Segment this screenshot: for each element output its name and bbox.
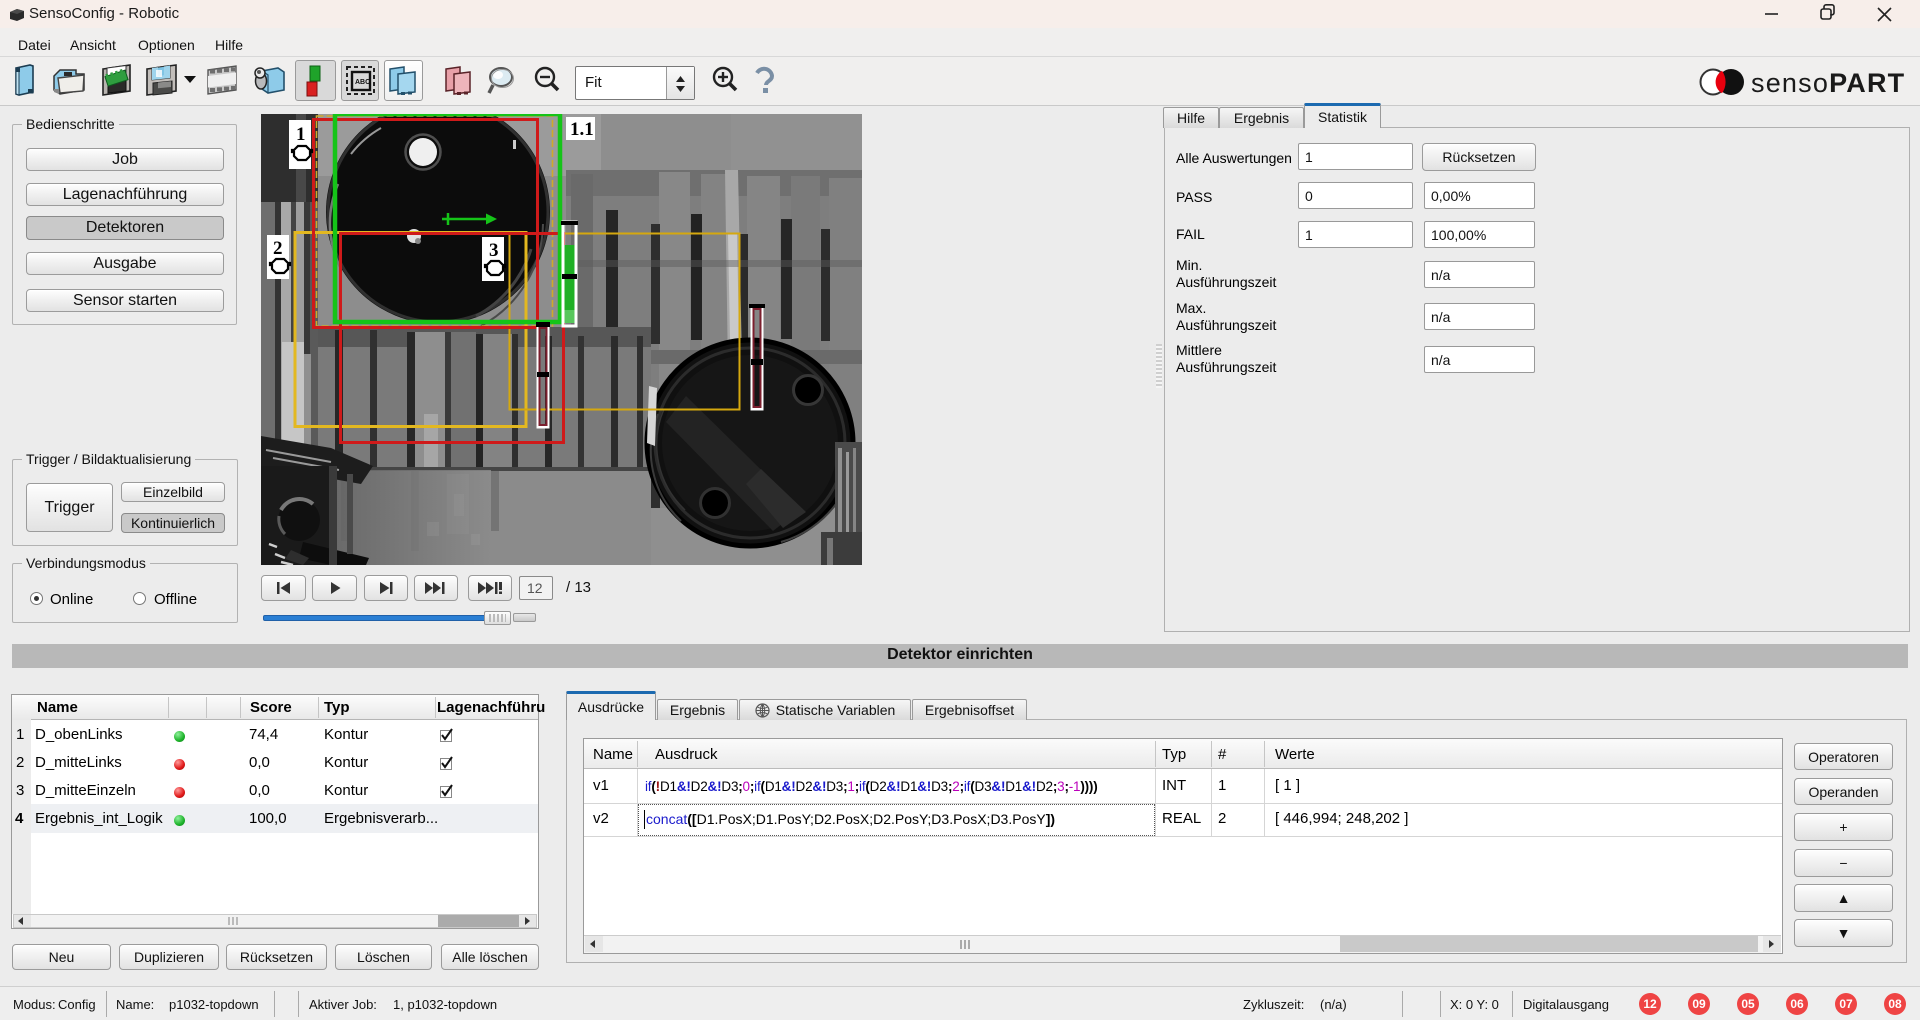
svg-text:1: 1 — [296, 124, 306, 145]
svg-text:3: 3 — [489, 240, 499, 261]
svg-text:1.1: 1.1 — [570, 119, 594, 140]
svg-text:2: 2 — [273, 238, 283, 259]
svg-text:ABC: ABC — [355, 79, 370, 86]
svg-text:sensoPART: sensoPART — [1751, 68, 1905, 98]
